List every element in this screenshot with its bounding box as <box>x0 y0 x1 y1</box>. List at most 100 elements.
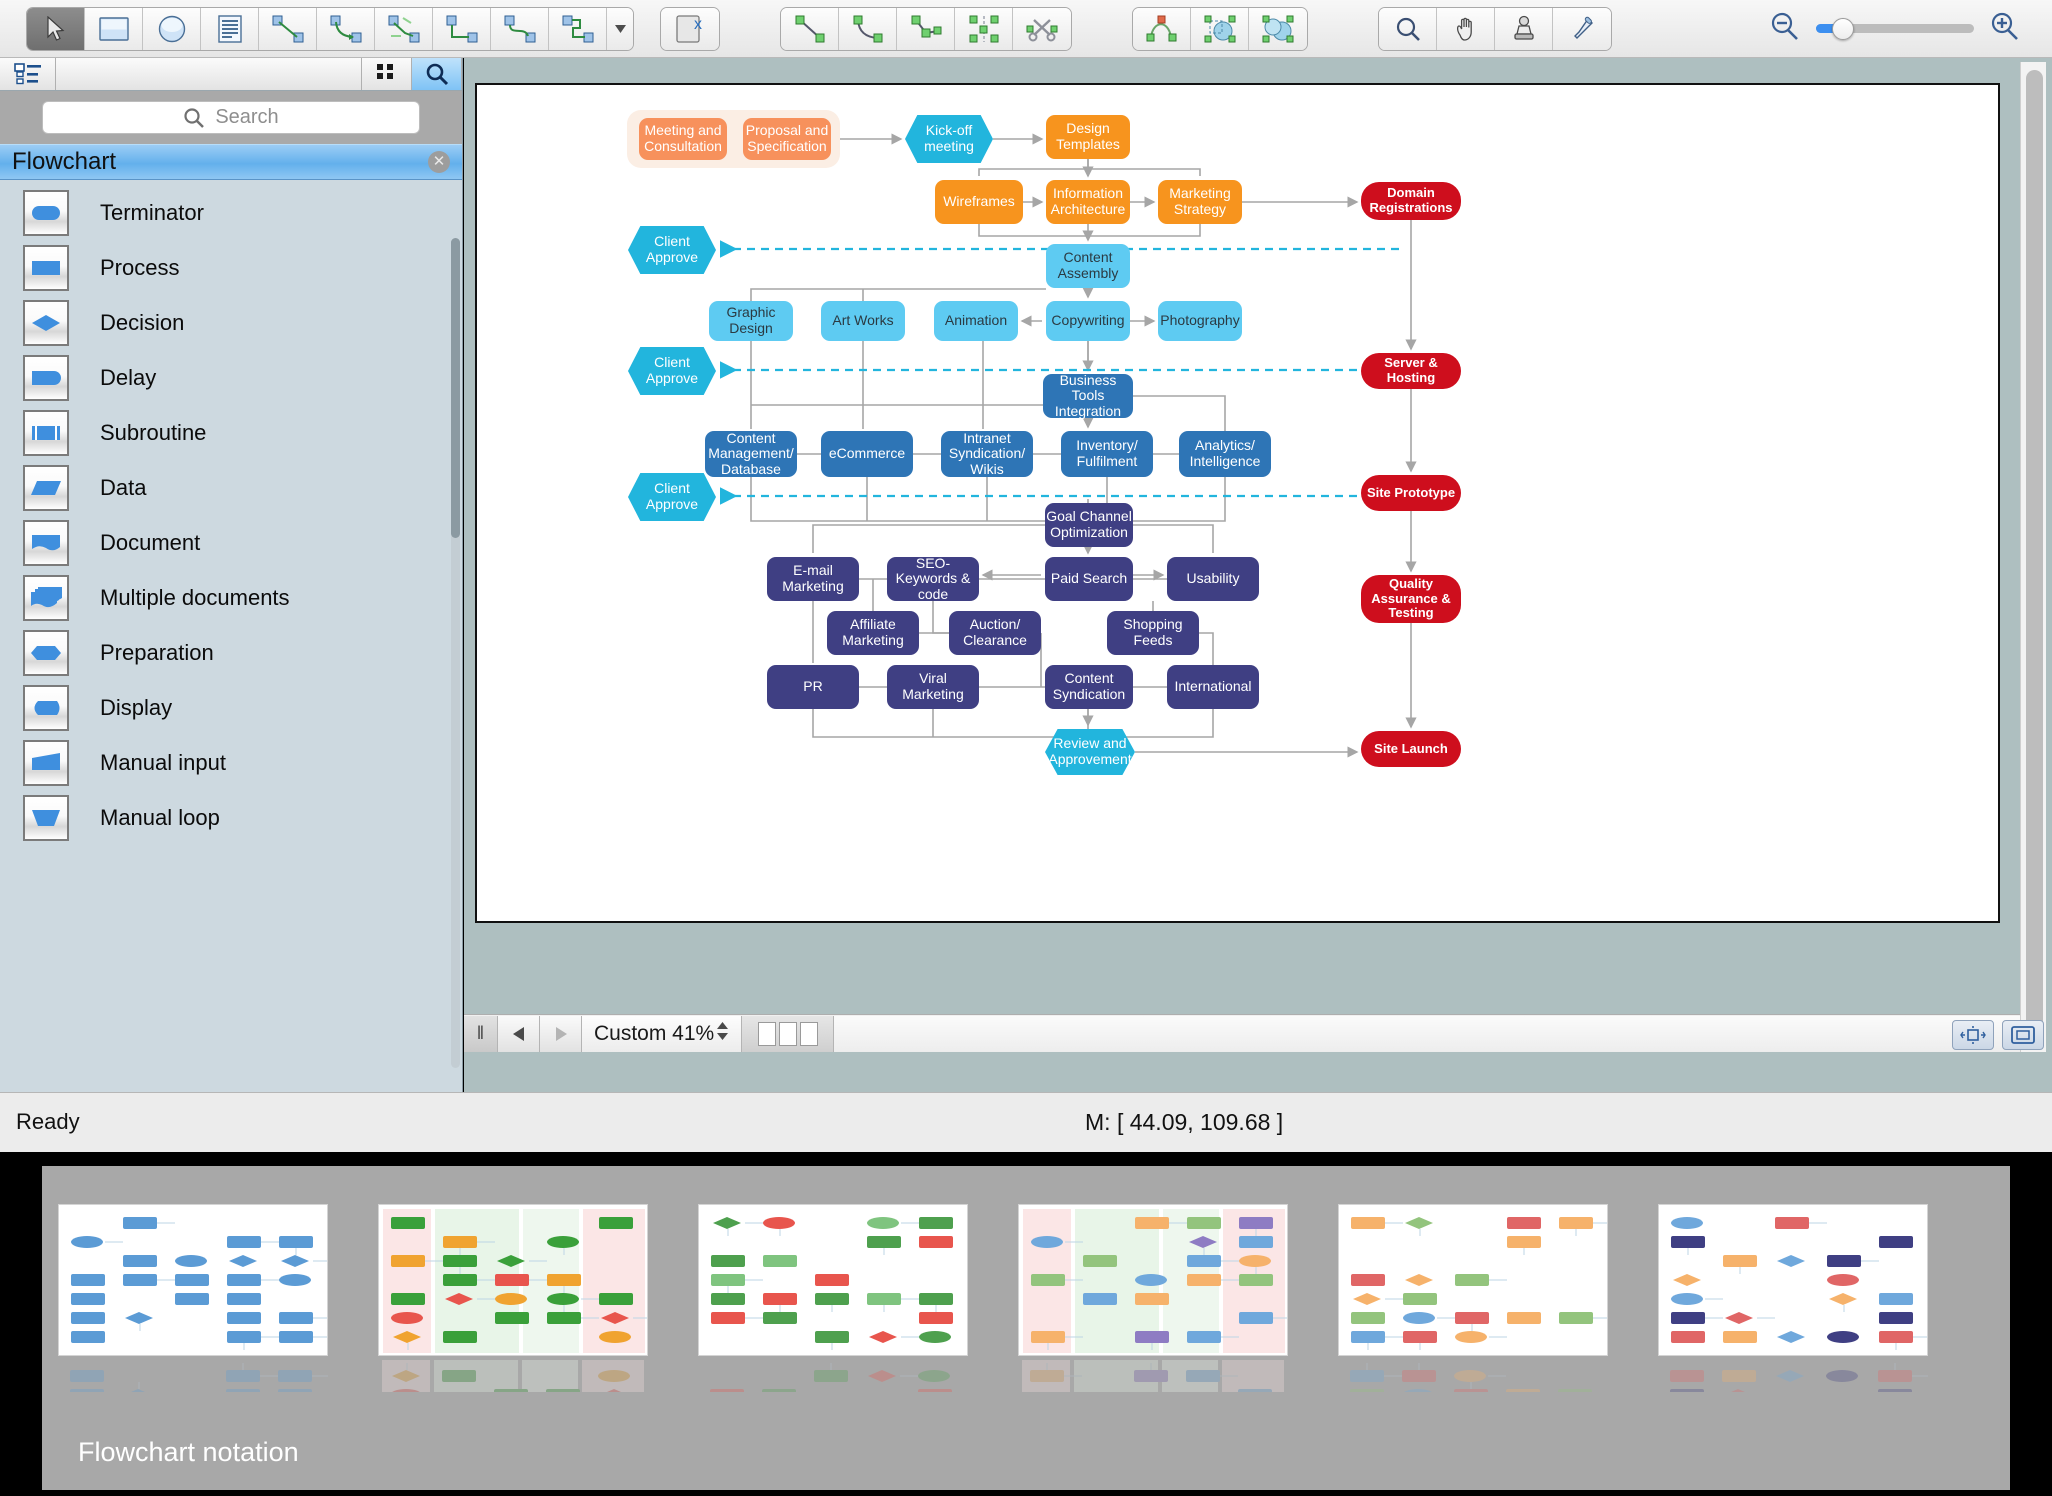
document-shape-icon[interactable] <box>23 519 69 566</box>
flowchart-node-assembly[interactable]: Content Assembly <box>1046 244 1130 288</box>
tree-view-icon[interactable] <box>0 58 56 90</box>
hand-icon[interactable] <box>1437 7 1495 50</box>
scrollbar-thumb[interactable] <box>451 238 460 538</box>
eyedropper-icon[interactable] <box>1553 7 1611 50</box>
flowchart-node-cms[interactable]: Content Management/Database <box>705 430 797 477</box>
close-icon[interactable]: ✕ <box>428 151 450 173</box>
ellipse-icon[interactable] <box>143 7 201 50</box>
flowchart-notation-thumb[interactable] <box>58 1204 328 1394</box>
preparation-shape-icon[interactable] <box>23 629 69 676</box>
add-point-icon[interactable] <box>897 7 955 50</box>
flowchart-node-infoarch[interactable]: Information Architecture <box>1046 180 1130 224</box>
flowchart-node-review[interactable]: Review and Approvement <box>1045 729 1135 775</box>
shape-list-item[interactable]: Multiple documents <box>0 570 462 625</box>
flowchart-node-approve1[interactable]: Client Approve <box>628 226 716 274</box>
flowchart-node-contentsyn[interactable]: Content Syndication <box>1045 665 1133 709</box>
shape-list-item[interactable]: Manual loop <box>0 790 462 845</box>
smart-connector-icon[interactable] <box>375 7 433 50</box>
shape-list-item[interactable]: Delay <box>0 350 462 405</box>
shapes-list[interactable]: Terminator Process Decision Delay Subroutine… <box>0 180 462 1092</box>
curved-segment-icon[interactable] <box>839 7 897 50</box>
flowchart-node-copywriting[interactable]: Copywriting <box>1046 301 1130 341</box>
multiple-documents-shape-icon[interactable] <box>23 574 69 621</box>
zoom-out-icon[interactable] <box>1768 10 1802 47</box>
flowchart-node-affiliate[interactable]: Affiliate Marketing <box>827 611 919 655</box>
flowchart-node-paidsearch[interactable]: Paid Search <box>1045 557 1133 601</box>
manual-input-shape-icon[interactable] <box>23 739 69 786</box>
right-angle-connector-icon[interactable] <box>433 7 491 50</box>
flowchart-node-seo[interactable]: SEO-Keywords & code <box>887 555 979 602</box>
scrollbar-thumb[interactable] <box>2026 70 2043 1035</box>
website-flowchart-thumb[interactable] <box>1658 1204 1928 1394</box>
data-shape-icon[interactable] <box>23 464 69 511</box>
canvas-vertical-scrollbar[interactable] <box>2020 62 2046 1052</box>
flowchart-node-email[interactable]: E-mail Marketing <box>767 557 859 601</box>
delete-shape-icon[interactable]: x <box>661 7 719 50</box>
stamp-icon[interactable] <box>1495 7 1553 50</box>
flowchart-node-graphic[interactable]: Graphic Design <box>709 301 793 341</box>
text-icon[interactable] <box>201 7 259 50</box>
flowchart-node-marketing[interactable]: Marketing Strategy <box>1158 180 1242 224</box>
document-canvas[interactable]: Meeting and Consultation Proposal and Speci… <box>475 83 2000 923</box>
flowchart-node-usability[interactable]: Usability <box>1167 557 1259 601</box>
flowchart-node-meeting[interactable]: Meeting and Consultation <box>639 118 727 160</box>
pointer-icon[interactable] <box>27 7 85 50</box>
flowchart-node-approve3[interactable]: Client Approve <box>628 473 716 521</box>
cross-functional-thumb[interactable] <box>378 1204 648 1394</box>
process-shape-icon[interactable] <box>23 244 69 291</box>
flowchart-node-ecommerce[interactable]: eCommerce <box>821 431 913 477</box>
zoom-in-icon[interactable] <box>1988 10 2022 47</box>
flowchart-node-photography[interactable]: Photography <box>1158 301 1242 341</box>
zoom-slider-knob[interactable] <box>1832 18 1854 40</box>
shape-list-item[interactable]: Decision <box>0 295 462 350</box>
mirror-icon[interactable] <box>955 7 1013 50</box>
pause-icon[interactable]: ‖ <box>464 1015 498 1052</box>
template-gallery[interactable]: Flowchart notation <box>42 1166 2010 1490</box>
full-screen-icon[interactable] <box>2002 1020 2044 1050</box>
flowchart-node-approve2[interactable]: Client Approve <box>628 347 716 395</box>
search-input[interactable]: Search <box>42 101 420 134</box>
flowchart-node-server[interactable]: Server & Hosting <box>1361 353 1461 389</box>
page-layout-icon[interactable] <box>742 1015 834 1052</box>
shape-list-item[interactable]: Manual input <box>0 735 462 790</box>
prev-page-icon[interactable] <box>498 1015 540 1052</box>
delay-shape-icon[interactable] <box>23 354 69 401</box>
stepper-icon[interactable] <box>716 1020 729 1048</box>
flowchart-node-pr[interactable]: PR <box>767 665 859 709</box>
shape-list-item[interactable]: Display <box>0 680 462 735</box>
group-shapes-icon[interactable] <box>1249 7 1307 50</box>
join-paths-icon[interactable] <box>1133 7 1191 50</box>
workflow-diagram-thumb[interactable] <box>1338 1204 1608 1394</box>
zoom-level-select[interactable]: Custom 41% <box>582 1015 742 1052</box>
flowchart-node-launch[interactable]: Site Launch <box>1361 731 1461 767</box>
shape-list-item[interactable]: Preparation <box>0 625 462 680</box>
scissors-icon[interactable] <box>1013 7 1071 50</box>
flowchart-node-intranet[interactable]: Intranet Syndication/Wikis <box>941 430 1033 477</box>
flowchart-node-inventory[interactable]: Inventory/Fulfilment <box>1061 431 1153 477</box>
union-shapes-icon[interactable] <box>1191 7 1249 50</box>
zoom-slider[interactable] <box>1816 18 1974 40</box>
straight-segment-icon[interactable] <box>781 7 839 50</box>
flowchart-node-viral[interactable]: Viral Marketing <box>887 665 979 709</box>
arc-connector-icon[interactable] <box>317 7 375 50</box>
flowchart-node-prototype[interactable]: Site Prototype <box>1361 475 1461 511</box>
shape-list-item[interactable]: Terminator <box>0 185 462 240</box>
display-shape-icon[interactable] <box>23 684 69 731</box>
shapes-list-scrollbar[interactable] <box>451 238 460 1068</box>
routed-connector-icon[interactable] <box>549 7 607 50</box>
process-flowchart-thumb[interactable] <box>698 1204 968 1394</box>
flowchart-diagram[interactable]: Meeting and Consultation Proposal and Speci… <box>477 85 1998 921</box>
terminator-shape-icon[interactable] <box>23 189 69 236</box>
flowchart-node-international[interactable]: International <box>1167 665 1259 709</box>
grid-view-icon[interactable] <box>362 58 412 90</box>
magnifier-icon[interactable] <box>1379 7 1437 50</box>
flowchart-node-wireframes[interactable]: Wireframes <box>935 180 1023 224</box>
next-page-icon[interactable] <box>540 1015 582 1052</box>
shape-list-item[interactable]: Subroutine <box>0 405 462 460</box>
rectangle-icon[interactable] <box>85 7 143 50</box>
flowchart-node-auction[interactable]: Auction/Clearance <box>949 611 1041 655</box>
search-icon[interactable] <box>412 58 462 90</box>
chevron-down-icon[interactable] <box>607 7 633 50</box>
flowchart-node-artworks[interactable]: Art Works <box>821 301 905 341</box>
flowchart-node-qa[interactable]: Quality Assurance & Testing <box>1361 575 1461 623</box>
